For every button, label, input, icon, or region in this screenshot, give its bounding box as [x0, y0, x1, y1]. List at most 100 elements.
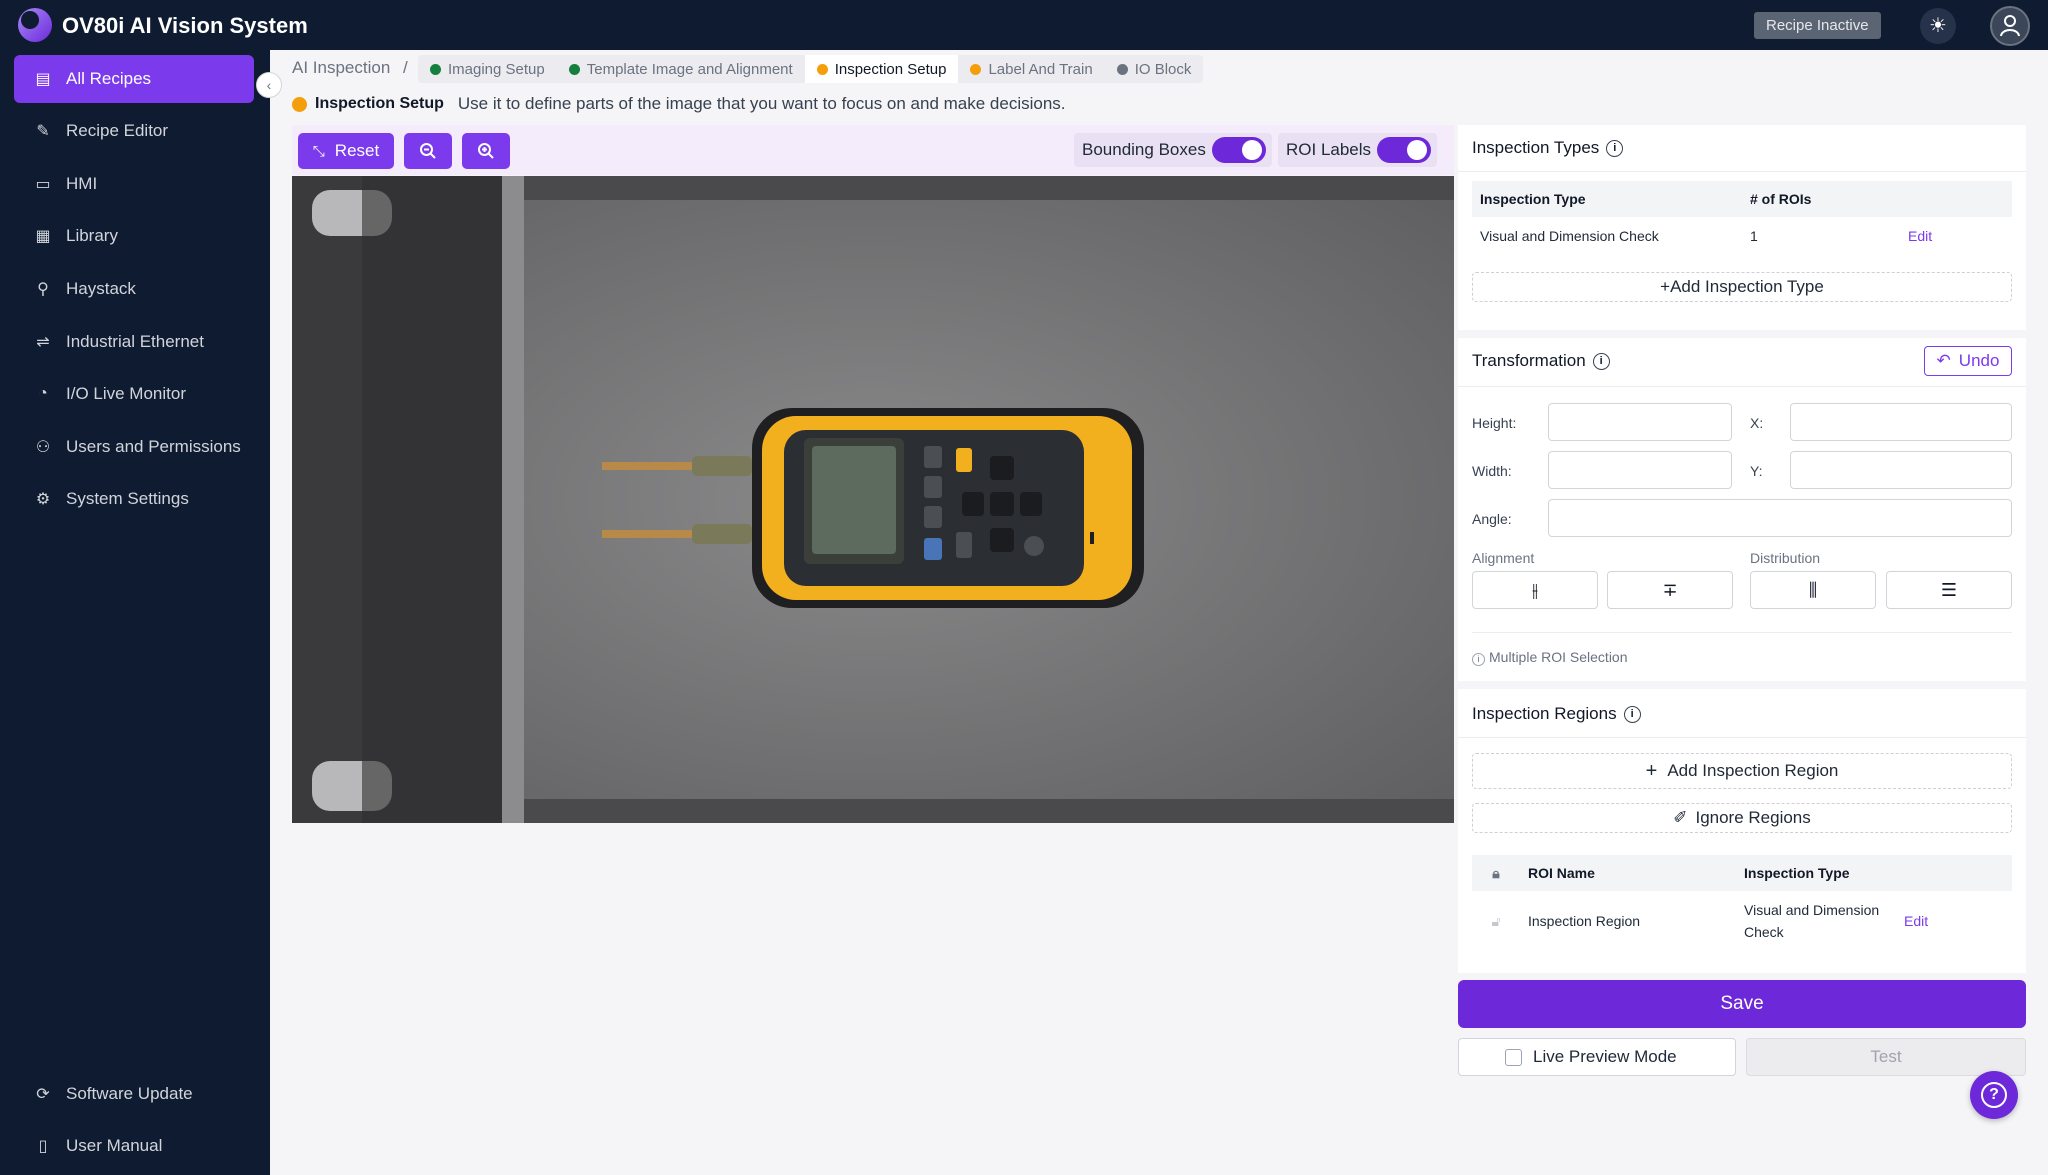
- unlock-icon[interactable]: 🔓︎: [1491, 913, 1500, 929]
- status-dot: [1116, 63, 1128, 75]
- sidebar-item-haystack[interactable]: ⚲ Haystack: [14, 265, 254, 313]
- column-header: # of ROIs: [1742, 181, 1900, 217]
- search-icon: ⚲: [37, 281, 49, 298]
- sidebar-item-industrial-ethernet[interactable]: ⇌ Industrial Ethernet: [14, 318, 254, 366]
- info-icon[interactable]: i: [1623, 705, 1641, 723]
- angle-field[interactable]: [1548, 499, 2012, 537]
- align-horizontal-icon: ⫲: [1532, 579, 1538, 600]
- table-row: 🔓︎ Inspection Region Visual and Dimensio…: [1472, 891, 2012, 951]
- breadcrumb-root[interactable]: AI Inspection: [292, 58, 390, 77]
- divider: [1458, 737, 2026, 738]
- status-dot: [292, 96, 307, 112]
- sidebar-item-system-settings[interactable]: ⚙ System Settings: [14, 475, 254, 523]
- edit-inspection-type-link[interactable]: Edit: [1908, 228, 1932, 244]
- tab-inspection-setup[interactable]: Inspection Setup: [804, 55, 959, 83]
- tab-label-and-train[interactable]: Label And Train: [958, 55, 1104, 83]
- height-label: Height:: [1472, 415, 1517, 431]
- live-preview-mode-checkbox[interactable]: Live Preview Mode: [1458, 1038, 1736, 1076]
- pencil-icon: ✎: [36, 123, 50, 140]
- tab-io-block[interactable]: IO Block: [1105, 55, 1204, 83]
- fit-icon: ⤡: [312, 142, 325, 160]
- save-button[interactable]: Save: [1458, 980, 2026, 1028]
- test-button[interactable]: Test: [1746, 1038, 2026, 1076]
- inspection-types-panel: Inspection Types i Inspection Type # of …: [1458, 125, 2026, 330]
- undo-button[interactable]: ↶ Undo: [1924, 346, 2012, 376]
- inspection-image: [292, 176, 1454, 823]
- align-vertical-center-button[interactable]: ∓: [1607, 571, 1733, 609]
- add-inspection-type-button[interactable]: +Add Inspection Type: [1472, 272, 2012, 302]
- roi-labels-label: ROI Labels: [1286, 140, 1372, 159]
- roi-labels-toggle[interactable]: ROI Labels: [1278, 133, 1438, 167]
- ignore-regions-button[interactable]: ✐ Ignore Regions: [1472, 803, 2012, 833]
- sidebar-item-all-recipes[interactable]: ▤ All Recipes: [14, 55, 254, 103]
- x-field[interactable]: [1790, 403, 2012, 441]
- panel-heading: Inspection Types: [1472, 138, 1600, 157]
- y-field[interactable]: [1790, 451, 2012, 489]
- lock-icon: 🔒︎: [1492, 864, 1500, 881]
- sidebar-item-label: All Recipes: [66, 69, 152, 88]
- image-toolbar: ⤡ Reset Bounding Boxes ROI Labels: [292, 125, 1454, 175]
- status-dot: [970, 63, 982, 75]
- sidebar-item-recipe-editor[interactable]: ✎ Recipe Editor: [14, 107, 254, 155]
- info-icon[interactable]: i: [1592, 352, 1610, 370]
- sidebar-item-label: User Manual: [66, 1136, 163, 1155]
- add-inspection-region-button[interactable]: + Add Inspection Region: [1472, 753, 2012, 789]
- user-icon[interactable]: [1990, 6, 2030, 46]
- column-header: [1900, 181, 2012, 217]
- zoom-in-button[interactable]: [462, 133, 510, 169]
- sidebar-item-users-and-permissions[interactable]: ⚇ Users and Permissions: [14, 423, 254, 471]
- gear-icon: ⚙: [35, 491, 51, 508]
- help-button[interactable]: ?: [1970, 1071, 2018, 1119]
- tab-label: Inspection Setup: [834, 60, 947, 78]
- info-icon[interactable]: i: [1606, 139, 1624, 157]
- user-icon: ⚇: [35, 439, 51, 456]
- reset-button[interactable]: ⤡ Reset: [298, 133, 394, 169]
- sidebar-item-library[interactable]: ▦ Library: [14, 212, 254, 260]
- sidebar-item-io-live-monitor[interactable]: ◔ I/O Live Monitor: [14, 370, 254, 418]
- divider: [1458, 171, 2026, 172]
- zoom-out-button[interactable]: [404, 133, 452, 169]
- multi-roi-note: i Multiple ROI Selection: [1472, 649, 1628, 666]
- sidebar-item-user-manual[interactable]: ▯ User Manual: [14, 1122, 254, 1170]
- undo-icon: ↶: [1936, 351, 1951, 370]
- video-icon: ▭: [35, 176, 51, 193]
- distribute-horizontal-button[interactable]: ⫼: [1750, 571, 1876, 609]
- multi-roi-label: Multiple ROI Selection: [1489, 649, 1628, 665]
- image-canvas[interactable]: [292, 176, 1454, 823]
- roi-labels-switch[interactable]: [1377, 137, 1432, 163]
- column-header: Inspection Type: [1736, 855, 1896, 891]
- width-field[interactable]: [1548, 451, 1732, 489]
- tab-imaging-setup[interactable]: Imaging Setup: [418, 55, 557, 83]
- column-header: ROI Name: [1520, 855, 1736, 891]
- app-title: OV80i AI Vision System: [62, 13, 308, 38]
- plus-icon: +: [1645, 759, 1658, 782]
- angle-label: Angle:: [1472, 511, 1512, 527]
- height-field[interactable]: [1548, 403, 1732, 441]
- tab-template-image-and-alignment[interactable]: Template Image and Alignment: [557, 55, 805, 83]
- step-tabs: Imaging Setup Template Image and Alignme…: [418, 55, 1204, 83]
- inspection-regions-panel: Inspection Regions i + Add Inspection Re…: [1458, 689, 2026, 973]
- status-dot: [430, 63, 441, 75]
- sidebar-item-hmi[interactable]: ▭ HMI: [14, 160, 254, 208]
- distribute-vertical-button[interactable]: ☰: [1886, 571, 2012, 609]
- network-icon: ⇌: [36, 334, 50, 351]
- transformation-panel: Transformation i ↶ Undo Height: X: Width…: [1458, 338, 2026, 681]
- sidebar-item-label: Users and Permissions: [66, 437, 241, 456]
- bounding-boxes-switch[interactable]: [1211, 137, 1266, 163]
- roi-count: 1: [1750, 228, 1758, 244]
- book-icon: ▯: [38, 1138, 48, 1155]
- sun-icon[interactable]: ☀: [1920, 8, 1956, 44]
- align-horizontal-center-button[interactable]: ⫲: [1472, 571, 1598, 609]
- app-logo: [18, 8, 52, 42]
- edit-roi-link[interactable]: Edit: [1904, 913, 1928, 929]
- width-label: Width:: [1472, 463, 1512, 479]
- sidebar-collapse-button[interactable]: ‹: [256, 72, 282, 98]
- tab-label: Label And Train: [988, 60, 1093, 78]
- tab-label: IO Block: [1134, 60, 1192, 78]
- bounding-boxes-toggle[interactable]: Bounding Boxes: [1074, 133, 1272, 167]
- tab-label: Template Image and Alignment: [586, 60, 793, 78]
- sidebar-item-software-update[interactable]: ⟳ Software Update: [14, 1070, 254, 1118]
- checkbox[interactable]: [1505, 1049, 1522, 1066]
- ignore-regions-label: Ignore Regions: [1695, 808, 1811, 827]
- divider: [1472, 632, 2012, 633]
